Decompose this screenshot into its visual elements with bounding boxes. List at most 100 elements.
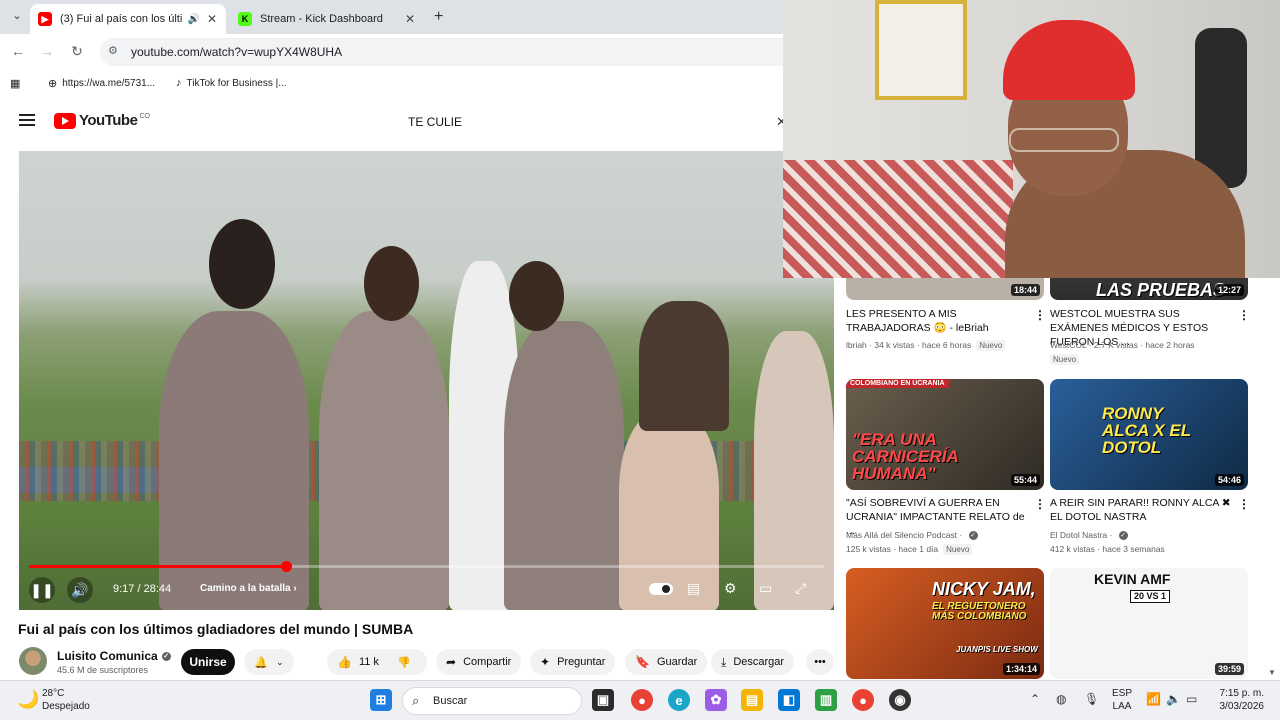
youtube-play-icon bbox=[54, 112, 76, 129]
pause-icon[interactable]: ❚❚ bbox=[29, 577, 55, 603]
scene-head bbox=[509, 261, 564, 331]
windows-taskbar: 🌙 28°C Despejado ⊞ ⌕ Buscar ▣ ● e ✿ ▤ ◧ ▥… bbox=[0, 680, 1280, 720]
recommendations-panel: 18:44 LAS PRUEBAS 12:27 LES PRESENTO A M… bbox=[836, 278, 1270, 680]
fullscreen-icon[interactable]: ⤢ bbox=[795, 580, 806, 597]
language-indicator[interactable]: ESP LAA bbox=[1108, 687, 1136, 713]
rec-thumbnail[interactable]: RONNY ALCA X EL DOTOL 54:46 bbox=[1050, 379, 1248, 490]
video-player[interactable]: ❚❚ 🔊 9:17 / 28:44 Camino a la batalla › … bbox=[19, 151, 834, 610]
bookmark-whatsapp[interactable]: ⊕ https://wa.me/5731... bbox=[48, 77, 155, 90]
menu-icon[interactable] bbox=[19, 114, 35, 126]
youtube-header: YouTube CO TE CULIE ✕ bbox=[0, 100, 787, 144]
webcam-glasses bbox=[1009, 128, 1119, 152]
bookmark-icon: 🔖 bbox=[635, 655, 650, 669]
obs-icon[interactable]: ◉ bbox=[889, 689, 911, 711]
kick-favicon-icon: K bbox=[238, 12, 252, 26]
rec-thumbnail[interactable]: COLOMBIANO EN UCRANIA "ERA UNA CARNICERÍ… bbox=[846, 379, 1044, 490]
rec-more-icon[interactable]: ⋮ bbox=[1238, 497, 1250, 511]
channel-name[interactable]: Luisito Comunica ✓ bbox=[57, 649, 171, 663]
webcam-bed bbox=[783, 160, 1013, 278]
file-explorer-icon[interactable]: ▤ bbox=[741, 689, 763, 711]
subtitles-icon[interactable]: ▤ bbox=[687, 580, 700, 597]
bookmark-tiktok[interactable]: ♪ TikTok for Business |... bbox=[176, 77, 287, 89]
system-clock[interactable]: 7:15 p. m. 3/03/2026 bbox=[1208, 687, 1265, 713]
rec-title[interactable]: A REIR SIN PARAR!! RONNY ALCA ✖ EL DOTOL… bbox=[1050, 496, 1235, 524]
verified-icon: ✓ bbox=[161, 652, 171, 662]
scrubber-handle[interactable] bbox=[280, 561, 292, 572]
rec-more-icon[interactable]: ⋮ bbox=[1238, 308, 1250, 322]
close-tab-icon[interactable]: ✕ bbox=[206, 12, 218, 26]
scene-woman bbox=[754, 331, 834, 610]
save-button[interactable]: 🔖 Guardar bbox=[625, 649, 708, 675]
tray-app-icon[interactable]: ◍ bbox=[1056, 692, 1066, 706]
youtube-logo[interactable]: YouTube CO bbox=[54, 112, 150, 129]
rec-thumbnail[interactable]: KEVIN AMF 20 VS 1 39:59 bbox=[1050, 568, 1248, 679]
autoplay-toggle[interactable] bbox=[649, 583, 673, 595]
new-tab-button[interactable]: + bbox=[434, 8, 443, 26]
webcam-overlay bbox=[783, 0, 1280, 278]
store-icon[interactable]: ◧ bbox=[778, 689, 800, 711]
battery-icon[interactable]: ▭ bbox=[1186, 692, 1197, 706]
tab-youtube[interactable]: ▶ (3) Fui al país con los últim 🔊 ✕ bbox=[30, 4, 226, 34]
copilot-icon[interactable]: ✿ bbox=[705, 689, 727, 711]
more-actions-button[interactable]: ••• bbox=[806, 649, 834, 675]
volume-icon[interactable]: 🔊 bbox=[67, 577, 93, 603]
rec-thumbnail[interactable]: 18:44 bbox=[846, 278, 1044, 300]
share-button[interactable]: ➦ Compartir bbox=[436, 649, 522, 675]
windows-start-icon[interactable]: ⊞ bbox=[370, 689, 392, 711]
task-view-icon[interactable]: ▣ bbox=[592, 689, 614, 711]
address-bar[interactable]: ⚙ youtube.com/watch?v=wupYX4W8UHA bbox=[100, 38, 783, 66]
video-progress-bar[interactable] bbox=[29, 561, 824, 572]
download-button[interactable]: ⤓ Descargar bbox=[711, 649, 795, 675]
search-input[interactable]: TE CULIE ✕ bbox=[398, 109, 787, 135]
channel-avatar[interactable] bbox=[19, 647, 47, 675]
scene-girl bbox=[619, 411, 719, 610]
rec-title[interactable]: LES PRESENTO A MIS TRABAJADORAS 😳 - leBr… bbox=[846, 307, 1031, 335]
site-info-icon[interactable]: ⚙ bbox=[108, 44, 118, 57]
forward-arrow-icon[interactable]: → bbox=[38, 43, 56, 59]
rec-meta: El Dotol Nastra · ✓ bbox=[1050, 530, 1128, 541]
scene-crowd-person bbox=[639, 301, 729, 431]
rec-thumbnail[interactable]: LAS PRUEBAS 12:27 bbox=[1050, 278, 1248, 300]
taskbar-search[interactable]: ⌕ Buscar bbox=[402, 687, 582, 715]
volume-tray-icon[interactable]: 🔈 bbox=[1166, 692, 1181, 706]
join-button[interactable]: Unirse bbox=[181, 649, 235, 675]
chrome-icon[interactable]: ● bbox=[631, 689, 653, 711]
wifi-icon[interactable]: 📶 bbox=[1146, 692, 1161, 706]
rec-meta: 412 k vistas · hace 3 semanas bbox=[1050, 544, 1165, 554]
rec-more-icon[interactable]: ⋮ bbox=[1034, 308, 1046, 322]
more-horizontal-icon: ••• bbox=[814, 656, 826, 668]
tab-search-chevron-icon[interactable]: ⌄ bbox=[8, 9, 26, 25]
rec-more-icon[interactable]: ⋮ bbox=[1034, 497, 1046, 511]
spreadsheet-icon[interactable]: ▥ bbox=[815, 689, 837, 711]
bookmarks-bar: ▦ ⊕ https://wa.me/5731... ♪ TikTok for Bus… bbox=[0, 70, 783, 96]
chevron-down-icon: ⌄ bbox=[276, 656, 284, 667]
rec-meta: 125 k vistas · hace 1 día Nuevo bbox=[846, 544, 973, 555]
thumbs-up-icon[interactable]: 👍 bbox=[337, 655, 352, 669]
tab-kick[interactable]: K Stream - Kick Dashboard ✕ bbox=[230, 4, 424, 34]
progress-fill bbox=[29, 565, 286, 568]
notifications-bell-button[interactable]: 🔔 ⌄ bbox=[244, 649, 294, 675]
settings-gear-icon[interactable]: ⚙ bbox=[724, 580, 737, 597]
browser-toolbar: ← → ↻ ⚙ youtube.com/watch?v=wupYX4W8UHA bbox=[0, 34, 783, 70]
weather-widget[interactable]: 28°C Despejado bbox=[42, 687, 90, 713]
sparkle-icon: ✦ bbox=[540, 655, 551, 669]
rec-meta: lbriah · 34 k vistas · hace 6 horas Nuevo bbox=[846, 340, 1006, 351]
tab-title: (3) Fui al país con los últim bbox=[60, 13, 182, 25]
miniplayer-icon[interactable]: ▭ bbox=[759, 580, 772, 597]
speaker-icon[interactable]: 🔊 bbox=[188, 14, 200, 25]
chrome-active-icon[interactable]: ● bbox=[852, 689, 874, 711]
scroll-down-arrow-icon[interactable]: ▼ bbox=[1268, 668, 1276, 677]
thumbs-down-icon[interactable]: 👎 bbox=[397, 656, 411, 669]
edge-icon[interactable]: e bbox=[668, 689, 690, 711]
reload-icon[interactable]: ↻ bbox=[68, 43, 86, 60]
webcam-cap bbox=[1003, 20, 1135, 100]
ask-button[interactable]: ✦ Preguntar bbox=[530, 649, 616, 675]
weather-moon-icon[interactable]: 🌙 bbox=[17, 689, 39, 710]
tray-overflow-chevron-icon[interactable]: ⌃ bbox=[1030, 692, 1040, 706]
microphone-icon[interactable]: 🎙 bbox=[1084, 692, 1099, 706]
back-arrow-icon[interactable]: ← bbox=[9, 43, 27, 59]
apps-grid-icon[interactable]: ▦ bbox=[10, 77, 25, 90]
rec-thumbnail[interactable]: NICKY JAM, EL REGUETONERO MÁS COLOMBIANO… bbox=[846, 568, 1044, 679]
close-tab-icon[interactable]: ✕ bbox=[404, 12, 416, 26]
chapter-title[interactable]: Camino a la batalla › bbox=[200, 583, 297, 594]
